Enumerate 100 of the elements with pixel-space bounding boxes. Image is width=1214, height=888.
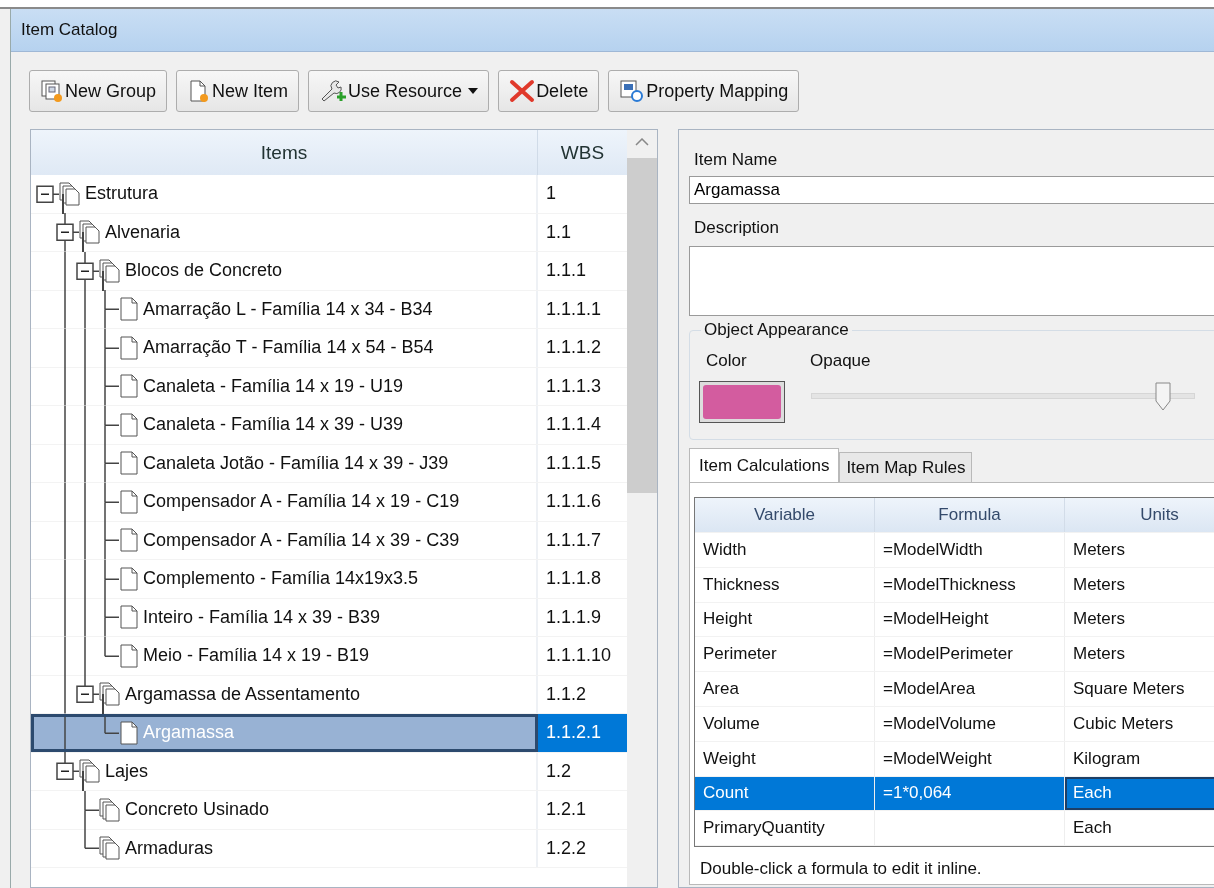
tree-item[interactable]: Canaleta - Família 14 x 19 - U19 [31,367,538,405]
wbs-cell-text: 1.1.1.8 [545,567,603,591]
page-icon [119,451,139,476]
item-label: Blocos de Concreto [125,260,283,282]
toolbar-button[interactable]: Use Resource [308,70,490,112]
table-cell: Weight [695,741,875,776]
page-icon [119,297,139,322]
toolbar-button[interactable]: Delete [498,70,600,112]
tree-item[interactable]: Alvenaria [31,213,538,251]
tree-line [64,405,119,444]
scrollbar-thumb[interactable] [627,158,657,493]
wbs-cell-text: 1.1.1.7 [545,528,603,552]
page-icon [119,412,139,437]
wbs-cell-text: 1.1.1.6 [545,490,603,514]
tree-item[interactable]: Inteiro - Família 14 x 39 - B39 [31,598,538,636]
item-label: Argamassa de Assentamento [125,683,361,705]
table-cell: Meters [1065,637,1214,672]
column-header[interactable]: Units [1065,498,1214,532]
pages-icon [99,258,121,283]
slider-thumb[interactable] [1155,382,1171,412]
toolbar-button[interactable]: New Group [29,70,168,112]
table-cell: Width [695,533,875,567]
table-cell: =ModelWeight [875,741,1065,776]
tree-item[interactable]: Armaduras [31,829,538,867]
table-cell: Square Meters [1065,672,1214,706]
wbs-cell-text: 1.1.1 [545,259,588,283]
item-label: Canaleta - Família 14 x 39 - U39 [143,414,404,436]
collapse-icon[interactable] [36,185,54,203]
tab[interactable]: Item Calculations [689,448,840,482]
field-label: Item Name [693,149,779,171]
scrollbar[interactable] [627,130,657,887]
table-cell: Area [695,672,875,706]
hint-text: Double-click a formula to edit it inline. [699,858,983,880]
tree-item[interactable]: Blocos de Concreto [31,252,538,290]
toolbar-button[interactable]: Property Mapping [608,70,800,112]
pages-icon [79,759,101,784]
collapse-icon[interactable] [56,762,74,780]
table-cell: Each [1065,776,1214,811]
pages-icon [59,181,81,206]
tree-item[interactable]: Amarração T - Família 14 x 54 - B54 [31,329,538,367]
column-header[interactable]: Formula [875,498,1065,532]
wbs-cell-text: 1.1.2 [545,682,588,706]
pages-icon [79,220,101,245]
tree-item[interactable]: Complemento - Família 14x19x3.5 [31,560,538,598]
tree-item[interactable]: Canaleta Jotão - Família 14 x 39 - J39 [31,444,538,482]
wbs-cell-text: 1.2.2 [545,836,588,860]
table-cell: Cubic Meters [1065,707,1214,741]
item-label: Argamassa [143,722,235,744]
column-header[interactable]: WBS [538,130,627,175]
tree-item[interactable]: Lajes [31,752,538,790]
table-cell: Perimeter [695,637,875,672]
toolbar-button[interactable]: New Item [176,70,300,112]
tree-item[interactable]: Compensador A - Família 14 x 39 - C39 [31,521,538,559]
column-header[interactable]: Items [31,130,538,175]
wbs-cell-text: 1.1.1.10 [545,644,613,668]
scroll-up-icon[interactable] [635,138,649,146]
collapse-icon[interactable] [56,223,74,241]
wbs-cell-text: 1.1.1.5 [545,451,603,475]
tree-line [64,559,119,598]
tree-line [64,521,119,560]
tab[interactable]: Item Map Rules [839,452,973,482]
color-swatch[interactable] [699,381,785,423]
item-label: Armaduras [125,837,214,859]
item-name-field[interactable]: Argamassa [689,176,1214,204]
group-title: Object Appearance [701,320,852,340]
description-field[interactable] [689,246,1214,316]
tree-item[interactable]: Canaleta - Família 14 x 39 - U39 [31,406,538,444]
item-label: Complemento - Família 14x19x3.5 [143,568,419,590]
collapse-icon[interactable] [76,262,94,280]
item-label: Compensador A - Família 14 x 39 - C39 [143,529,460,551]
collapse-icon[interactable] [76,685,94,703]
wbs-cell-text: 1.1 [545,220,573,244]
wbs-cell-text: 1.1.1.9 [545,605,603,629]
page-icon [119,335,139,360]
tree-item[interactable]: Compensador A - Família 14 x 19 - C19 [31,483,538,521]
item-label: Compensador A - Família 14 x 19 - C19 [143,491,460,513]
wbs-cell-text: 1.2.1 [545,798,588,822]
column-header[interactable]: Variable [695,498,875,532]
field-label: Description [693,217,781,239]
color-label: Color [705,351,748,371]
page-icon [119,374,139,399]
tree-item[interactable]: Meio - Família 14 x 19 - B19 [31,637,538,675]
wbs-cell-text: 1.1.1.4 [545,413,603,437]
table-cell: PrimaryQuantity [695,811,875,846]
wbs-cell-text: 1 [545,182,557,206]
delete-icon [509,79,536,103]
item-label: Lajes [105,760,149,782]
item-label: Canaleta Jotão - Família 14 x 39 - J39 [143,452,449,474]
pages-icon [99,682,121,707]
tree-item[interactable]: Amarração L - Família 14 x 34 - B34 [31,290,538,328]
tree-item[interactable]: Estrutura [31,175,538,213]
table-cell: Count [695,776,875,811]
wbs-cell-text: 1.2 [545,759,573,783]
tree-line [64,482,119,521]
page-icon [119,566,139,591]
tree-item[interactable]: Concreto Usinado [31,791,538,829]
pages-icon [99,797,121,822]
item-label: Concreto Usinado [125,799,270,821]
item-label: Amarração T - Família 14 x 54 - B54 [143,337,434,359]
wbs-cell-text: 1.1.1.1 [545,297,603,321]
